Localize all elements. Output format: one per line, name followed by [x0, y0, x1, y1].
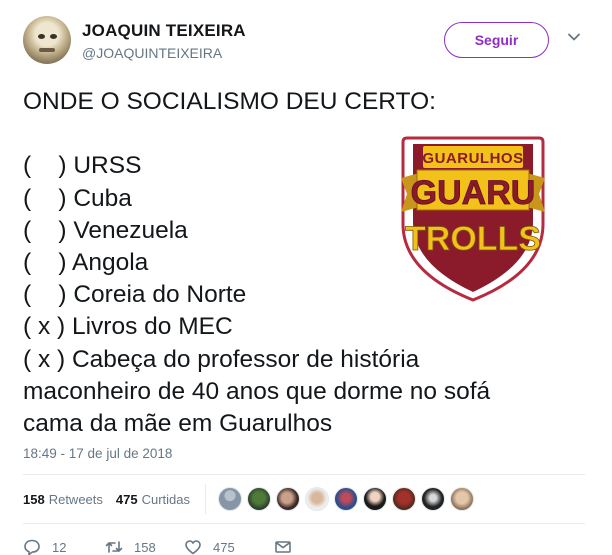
stats-divider [205, 484, 206, 514]
logo-top-text: GUARULHOS [422, 150, 523, 167]
tweet-header: JOAQUIN TEIXEIRA @JOAQUINTEIXEIRA Seguir [23, 16, 593, 68]
liker-avatar[interactable] [363, 487, 387, 511]
avatar-eye [38, 34, 45, 39]
guaru-trolls-logo: GUARULHOS GUARU TROLLS [401, 136, 545, 302]
like-count: 475 [213, 539, 235, 555]
envelope-icon[interactable] [274, 538, 292, 555]
logo-middle-text: GUARU [411, 174, 536, 212]
liker-avatar[interactable] [392, 487, 416, 511]
likers-avatars [218, 487, 479, 511]
liker-avatar[interactable] [450, 487, 474, 511]
likes-label[interactable]: Curtidas [142, 492, 190, 507]
avatar-eye [50, 34, 57, 39]
user-handle[interactable]: @JOAQUINTEIXEIRA [82, 45, 222, 61]
likes-count[interactable]: 475 [116, 492, 138, 507]
user-name[interactable]: JOAQUIN TEIXEIRA [82, 21, 246, 41]
retweets-label[interactable]: Retweets [49, 492, 103, 507]
tweet-actions: 12 158 475 [23, 537, 303, 555]
divider [23, 474, 585, 475]
liker-avatar[interactable] [305, 487, 329, 511]
follow-button[interactable]: Seguir [444, 22, 549, 58]
liker-avatar[interactable] [276, 487, 300, 511]
divider [23, 523, 585, 524]
avatar[interactable] [23, 16, 71, 64]
message-action[interactable] [274, 538, 303, 555]
liker-avatar[interactable] [334, 487, 358, 511]
tweet-stats: 158 Retweets 475 Curtidas [23, 488, 190, 510]
avatar-mouth [39, 48, 55, 52]
liker-avatar[interactable] [247, 487, 271, 511]
like-action[interactable]: 475 [184, 538, 274, 555]
liker-avatar[interactable] [421, 487, 445, 511]
chevron-down-icon[interactable] [567, 30, 581, 44]
retweet-icon[interactable] [105, 538, 123, 555]
reply-icon[interactable] [23, 538, 41, 555]
logo-bottom-text: TROLLS [405, 220, 541, 258]
tweet-timestamp[interactable]: 18:49 - 17 de jul de 2018 [23, 446, 172, 461]
retweet-action[interactable]: 158 [105, 538, 184, 555]
retweets-count[interactable]: 158 [23, 492, 45, 507]
heart-icon[interactable] [184, 538, 202, 555]
retweet-count: 158 [134, 539, 156, 555]
reply-action[interactable]: 12 [23, 538, 105, 555]
reply-count: 12 [52, 539, 67, 555]
liker-avatar[interactable] [218, 487, 242, 511]
